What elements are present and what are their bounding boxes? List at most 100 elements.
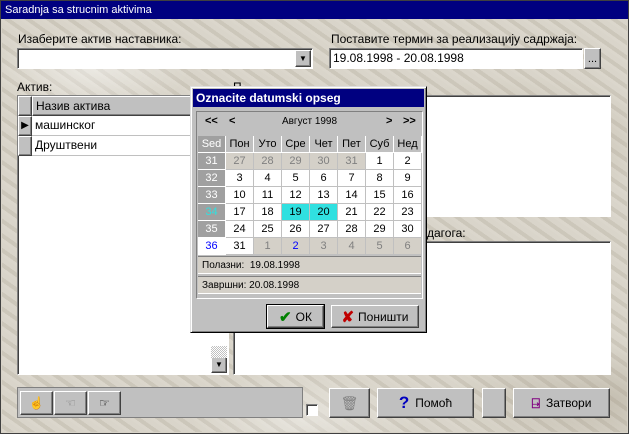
week-number: 32 [198, 170, 226, 187]
dialog-title: Oznacite datumski opseg [193, 89, 424, 107]
calendar-day[interactable]: 6 [310, 170, 338, 187]
week-number: 35 [198, 221, 226, 238]
calendar-day[interactable]: 11 [254, 187, 282, 204]
scrollbar-track[interactable] [211, 346, 227, 358]
week-header: Sed [198, 136, 226, 153]
week-number: 33 [198, 187, 226, 204]
calendar-day[interactable]: 3 [226, 170, 254, 187]
ok-button-label: ОК [295, 309, 312, 324]
calendar-day[interactable]: 21 [338, 204, 366, 221]
main-window: Saradnja sa strucnim aktivima Изаберите … [0, 0, 629, 434]
blank-button[interactable] [482, 388, 506, 418]
calendar-day[interactable]: 3 [310, 238, 338, 255]
week-number: 34 [198, 204, 226, 221]
calendar-day[interactable]: 13 [310, 187, 338, 204]
calendar-day[interactable]: 30 [310, 153, 338, 170]
calendar-day[interactable]: 10 [226, 187, 254, 204]
calendar: << < Август 1998 > >> Sed Пон Уто Сре Чет Пет… [196, 111, 423, 299]
window-title: Saradnja sa strucnim aktivima [1, 1, 628, 19]
calendar-day[interactable]: 9 [394, 170, 422, 187]
week-number: 36 [198, 238, 226, 255]
day-header: Суб [366, 136, 394, 153]
start-date-row: Полазни: 19.08.1998 [198, 256, 421, 274]
day-header: Уто [254, 136, 282, 153]
row-indicator [18, 136, 32, 156]
trash-icon[interactable]: 🗑 [329, 388, 370, 418]
day-header: Чет [310, 136, 338, 153]
calendar-day[interactable]: 5 [366, 238, 394, 255]
calendar-day[interactable]: 4 [254, 170, 282, 187]
calendar-day[interactable]: 8 [366, 170, 394, 187]
calendar-day[interactable]: 17 [226, 204, 254, 221]
select-label: Изаберите актив наставника: [18, 32, 182, 46]
calendar-day[interactable]: 2 [394, 153, 422, 170]
calendar-day[interactable]: 27 [310, 221, 338, 238]
end-label: Завршни: [202, 280, 247, 291]
calendar-day[interactable]: 23 [394, 204, 422, 221]
hand-right-icon[interactable]: ☞ [88, 391, 121, 415]
calendar-day[interactable]: 5 [282, 170, 310, 187]
day-header: Пон [226, 136, 254, 153]
checkmark-icon: ✔ [279, 308, 292, 326]
calendar-day[interactable]: 29 [282, 153, 310, 170]
next-month-button[interactable]: > [386, 115, 392, 127]
last-month-button[interactable]: >> [403, 115, 416, 127]
help-button[interactable]: ? Помоћ [377, 388, 474, 418]
term-picker-button[interactable]: ... [584, 48, 601, 69]
day-header: Сре [282, 136, 310, 153]
calendar-day[interactable]: 16 [394, 187, 422, 204]
date-range-dialog: Oznacite datumski opseg << < Август 1998… [190, 86, 427, 333]
ok-button[interactable]: ✔ ОК [266, 304, 325, 329]
calendar-day[interactable]: 31 [338, 153, 366, 170]
calendar-day[interactable]: 2 [282, 238, 310, 255]
calendar-day[interactable]: 24 [226, 221, 254, 238]
calendar-day[interactable]: 31 [226, 238, 254, 255]
day-header: Пет [338, 136, 366, 153]
calendar-day[interactable]: 7 [338, 170, 366, 187]
lower-label: дагога: [427, 226, 466, 240]
calendar-day[interactable]: 30 [394, 221, 422, 238]
calendar-day[interactable]: 20 [310, 204, 338, 221]
calendar-day[interactable]: 19 [282, 204, 310, 221]
row-indicator: ▶ [18, 116, 32, 136]
calendar-day[interactable]: 18 [254, 204, 282, 221]
grid-corner [18, 96, 32, 116]
chevron-down-icon[interactable]: ▼ [295, 50, 311, 67]
aktiv-select[interactable]: ▼ [17, 48, 313, 69]
day-header: Нед [394, 136, 422, 153]
calendar-day[interactable]: 25 [254, 221, 282, 238]
calendar-day[interactable]: 27 [226, 153, 254, 170]
start-label: Полазни: [202, 260, 245, 271]
term-input-value: 19.08.1998 - 20.08.1998 [333, 51, 464, 65]
calendar-day[interactable]: 1 [366, 153, 394, 170]
hand-left-icon[interactable]: ☜ [54, 391, 87, 415]
calendar-day[interactable]: 28 [254, 153, 282, 170]
term-label: Поставите термин за реализацију садржаја… [331, 32, 578, 46]
end-value: 20.08.1998 [249, 280, 300, 291]
calendar-day[interactable]: 12 [282, 187, 310, 204]
week-number: 31 [198, 153, 226, 170]
calendar-day[interactable]: 22 [366, 204, 394, 221]
help-button-label: Помоћ [415, 396, 453, 410]
term-input[interactable]: 19.08.1998 - 20.08.1998 [329, 48, 583, 69]
calendar-day[interactable]: 14 [338, 187, 366, 204]
aktiv-label: Актив: [17, 80, 53, 94]
hand-up-icon[interactable]: ☝ [20, 391, 53, 415]
calendar-day[interactable]: 29 [366, 221, 394, 238]
scroll-down-button[interactable]: ▼ [211, 357, 227, 373]
question-icon: ? [398, 393, 410, 412]
calendar-nav: << < Август 1998 > >> [197, 112, 422, 134]
cancel-button-label: Поништи [358, 309, 409, 324]
calendar-day[interactable]: 6 [394, 238, 422, 255]
calendar-day[interactable]: 26 [282, 221, 310, 238]
x-cancel-icon: ✘ [341, 308, 355, 326]
checkbox[interactable] [306, 404, 318, 416]
close-button-label: Затвори [545, 396, 592, 410]
start-value: 19.08.1998 [249, 260, 300, 271]
calendar-day[interactable]: 1 [254, 238, 282, 255]
close-button[interactable]: ⍈ Затвори [513, 388, 610, 418]
calendar-day[interactable]: 15 [366, 187, 394, 204]
cancel-button[interactable]: ✘ Поништи [331, 305, 419, 328]
calendar-day[interactable]: 4 [338, 238, 366, 255]
calendar-day[interactable]: 28 [338, 221, 366, 238]
